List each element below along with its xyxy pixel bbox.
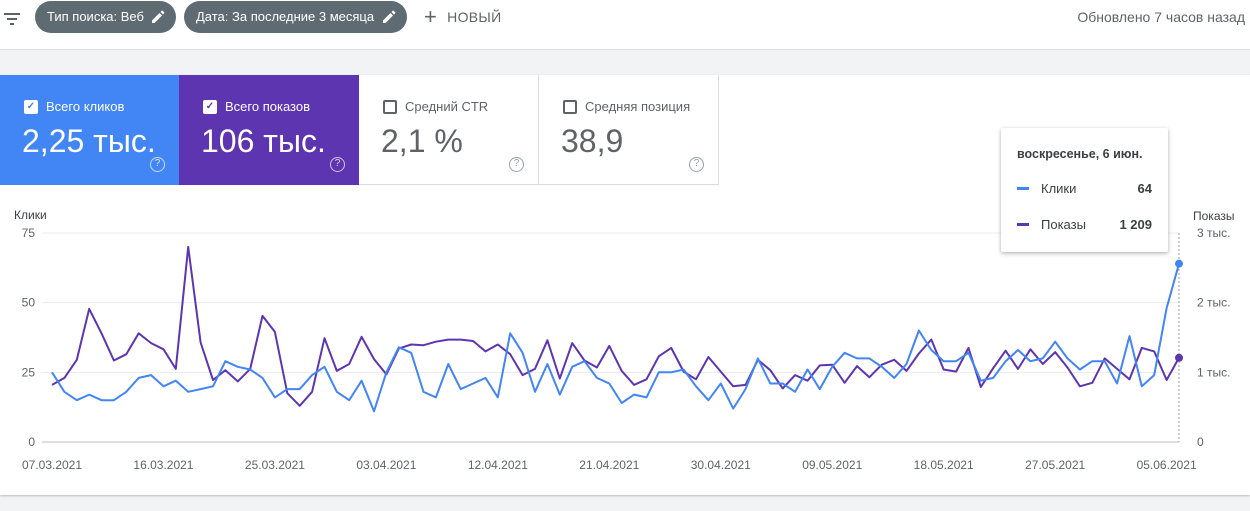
y-right-tick-label: 0 [1197, 435, 1204, 449]
tooltip-impressions-name: Показы [1041, 216, 1086, 232]
impressions-series-line [51, 245, 1180, 407]
metric-ctr-value: 2,1 % [381, 123, 463, 159]
checkbox-unchecked-icon[interactable] [383, 99, 397, 114]
y-left-tick-label: 0 [28, 435, 35, 449]
x-tick-label: 16.03.2021 [133, 458, 193, 472]
help-icon[interactable]: ? [509, 157, 524, 172]
y-left-tick-label: 25 [22, 365, 36, 379]
last-updated-text: Обновлено 7 часов назад [1077, 9, 1245, 25]
metric-clicks-value: 2,25 тыс. [22, 123, 156, 159]
x-tick-label: 09.05.2021 [802, 458, 862, 472]
chart-tooltip: воскресенье, 6 июн. Клики 64 Показы 1 20… [1001, 128, 1168, 252]
tooltip-clicks-value: 64 [1137, 180, 1152, 196]
performance-card: 0 25 50 75 0 1 тыс. 2 тыс. 3 тыс. Клики Показы 07.… [0, 75, 1250, 495]
filter-bar: Тип поиска: Веб Дата: За последние 3 мес… [0, 0, 1250, 50]
y-right-tick-label: 1 тыс. [1197, 365, 1230, 379]
help-icon[interactable]: ? [689, 157, 704, 172]
x-tick-label: 21.04.2021 [579, 458, 639, 472]
metric-position-label: Средняя позиция [585, 99, 691, 114]
edit-pencil-icon [152, 10, 165, 23]
tooltip-clicks-name: Клики [1041, 180, 1077, 196]
y-left-axis-title: Клики [14, 208, 47, 222]
search-type-chip[interactable]: Тип поиска: Веб [35, 1, 176, 33]
clicks-hover-point [1175, 259, 1183, 268]
help-icon[interactable]: ? [330, 157, 345, 172]
x-tick-label: 05.06.2021 [1137, 458, 1197, 472]
checkbox-checked-icon[interactable]: ✓ [24, 99, 38, 114]
tooltip-row-clicks: Клики 64 [1017, 179, 1152, 197]
search-type-label: Тип поиска: Веб [47, 9, 144, 24]
new-filter-button[interactable]: + НОВЫЙ [424, 6, 501, 28]
x-tick-label: 18.05.2021 [914, 458, 974, 472]
checkbox-unchecked-icon[interactable] [563, 99, 577, 114]
filter-icon[interactable] [2, 8, 22, 28]
y-right-tick-label: 3 тыс. [1197, 226, 1230, 240]
clicks-legend-swatch [1017, 186, 1029, 190]
date-range-label: Дата: За последние 3 месяца [196, 9, 375, 24]
metric-clicks-label: Всего кликов [46, 99, 125, 114]
tooltip-row-impressions: Показы 1 209 [1017, 215, 1152, 233]
help-icon[interactable]: ? [150, 157, 165, 172]
metric-impressions-value: 106 тыс. [201, 123, 326, 159]
new-filter-label: НОВЫЙ [447, 9, 502, 25]
tooltip-impressions-value: 1 209 [1119, 216, 1152, 232]
y-left-tick-label: 75 [22, 226, 36, 240]
x-tick-label: 12.04.2021 [468, 458, 528, 472]
metric-tile-impressions[interactable]: ✓ Всего показов 106 тыс. ? [179, 75, 359, 185]
x-tick-label: 25.03.2021 [245, 458, 305, 472]
metric-impressions-label: Всего показов [225, 99, 310, 114]
metric-clicks-header: ✓ Всего кликов [24, 99, 124, 114]
clicks-series-line [51, 263, 1180, 413]
impressions-legend-swatch [1017, 222, 1029, 226]
metric-position-value: 38,9 [561, 123, 624, 159]
x-tick-label: 27.05.2021 [1025, 458, 1085, 472]
date-range-chip[interactable]: Дата: За последние 3 месяца [184, 1, 407, 33]
metric-tile-clicks[interactable]: ✓ Всего кликов 2,25 тыс. ? [0, 75, 179, 185]
checkbox-checked-icon[interactable]: ✓ [203, 99, 217, 114]
x-tick-label: 30.04.2021 [691, 458, 751, 472]
x-tick-label: 07.03.2021 [22, 458, 82, 472]
metric-ctr-label: Средний CTR [405, 99, 489, 114]
metric-tile-ctr[interactable]: Средний CTR 2,1 % ? [359, 75, 539, 185]
plus-icon: + [424, 4, 438, 29]
y-right-axis-title: Показы [1193, 209, 1234, 223]
y-left-tick-label: 50 [22, 296, 36, 310]
impressions-hover-point [1175, 353, 1183, 362]
edit-pencil-icon [383, 10, 396, 23]
y-right-tick-label: 2 тыс. [1197, 296, 1230, 310]
metric-ctr-header: Средний CTR [383, 99, 488, 114]
metric-position-header: Средняя позиция [563, 99, 690, 114]
tooltip-date: воскресенье, 6 июн. [1017, 147, 1143, 161]
metric-impressions-header: ✓ Всего показов [203, 99, 310, 114]
x-tick-label: 03.04.2021 [356, 458, 416, 472]
metric-tile-position[interactable]: Средняя позиция 38,9 ? [539, 75, 719, 185]
